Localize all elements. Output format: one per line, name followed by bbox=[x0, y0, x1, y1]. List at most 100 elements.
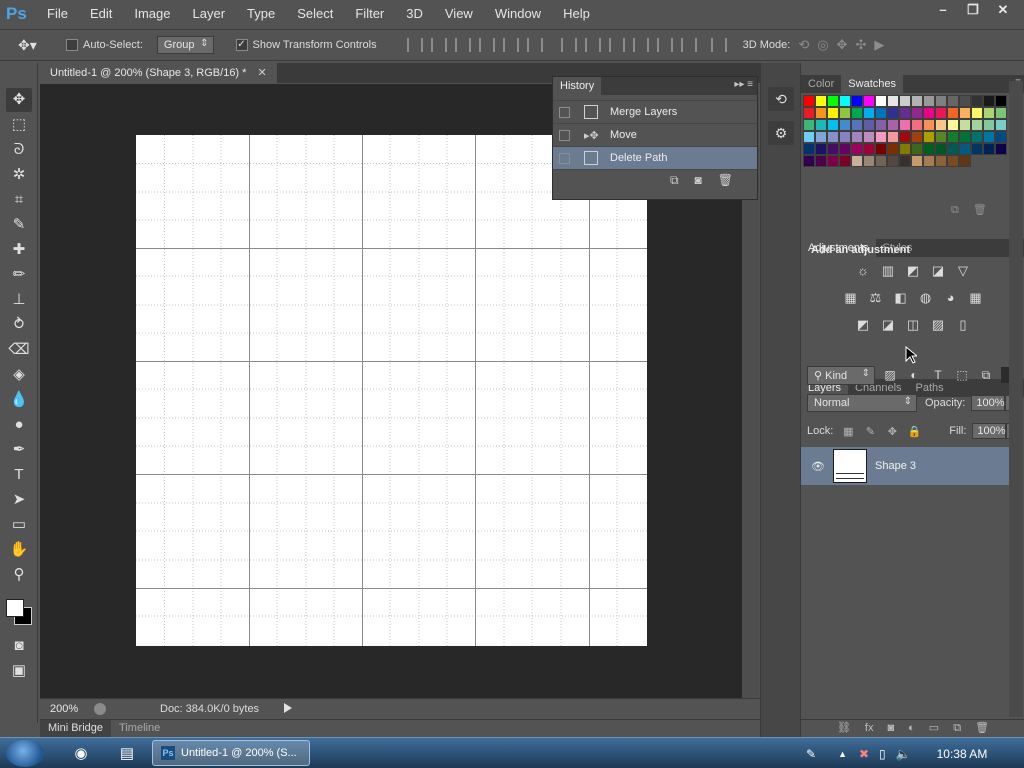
menu-select[interactable]: Select bbox=[286, 0, 344, 28]
history-item[interactable]: Merge Layers bbox=[553, 101, 757, 124]
color-swatch[interactable] bbox=[935, 107, 947, 119]
menu-image[interactable]: Image bbox=[123, 0, 181, 28]
color-swatch[interactable] bbox=[935, 155, 947, 167]
status-info-icon[interactable] bbox=[94, 702, 106, 715]
color-swatch[interactable] bbox=[803, 143, 815, 155]
show-transform-checkbox[interactable]: ✓ bbox=[235, 39, 248, 51]
color-swatch[interactable] bbox=[839, 131, 851, 143]
volume-icon[interactable]: 🔈 bbox=[896, 747, 911, 761]
color-swatch[interactable] bbox=[947, 143, 959, 155]
color-swatch[interactable] bbox=[839, 155, 851, 167]
distribute-left-icon[interactable] bbox=[632, 38, 649, 52]
color-swatch[interactable] bbox=[803, 155, 815, 167]
channel-mixer-icon[interactable]: ◕ bbox=[942, 289, 959, 306]
color-swatch[interactable] bbox=[899, 155, 911, 167]
color-lookup-icon[interactable]: ▦ bbox=[967, 289, 984, 306]
invert-icon[interactable]: ◩ bbox=[855, 316, 872, 333]
color-swatch[interactable] bbox=[983, 95, 995, 107]
smart-object-filter-icon[interactable]: ⧉ bbox=[977, 368, 995, 383]
color-swatch[interactable] bbox=[995, 131, 1007, 143]
color-swatch[interactable] bbox=[971, 131, 983, 143]
eraser-tool-icon[interactable]: ⌫ bbox=[6, 338, 32, 362]
show-hidden-icons-icon[interactable]: ▲ bbox=[838, 749, 847, 759]
healing-brush-tool-icon[interactable]: ✚ bbox=[6, 238, 32, 262]
start-button[interactable] bbox=[6, 740, 44, 767]
blend-mode-dropdown[interactable]: Normal bbox=[807, 394, 917, 412]
new-snapshot-icon[interactable]: ◙ bbox=[695, 173, 702, 187]
color-swatch[interactable] bbox=[815, 143, 827, 155]
color-swatch[interactable] bbox=[863, 119, 875, 131]
power-icon[interactable]: ▯ bbox=[879, 747, 886, 761]
auto-select-option[interactable]: Auto-Select: bbox=[66, 39, 143, 51]
tab-color[interactable]: Color bbox=[801, 75, 841, 93]
brightness-contrast-icon[interactable]: ☼ bbox=[855, 262, 872, 279]
color-swatch[interactable] bbox=[923, 107, 935, 119]
chrome-icon[interactable]: ◉ bbox=[64, 742, 98, 766]
menu-filter[interactable]: Filter bbox=[344, 0, 395, 28]
color-swatch[interactable] bbox=[899, 107, 911, 119]
color-swatch[interactable] bbox=[899, 95, 911, 107]
move-tool-icon[interactable]: ✥ bbox=[6, 88, 32, 112]
swatch-footer-icons[interactable]: ⧉🗑 bbox=[951, 203, 1001, 217]
zoom-level[interactable]: 200% bbox=[40, 703, 88, 715]
properties-panel-icon[interactable]: ⚙ bbox=[768, 121, 794, 145]
history-snapshot-checkbox[interactable] bbox=[559, 152, 570, 164]
color-swatch[interactable] bbox=[971, 107, 983, 119]
color-swatch[interactable] bbox=[851, 119, 863, 131]
menu-type[interactable]: Type bbox=[236, 0, 286, 28]
color-swatch[interactable] bbox=[875, 107, 887, 119]
color-swatch[interactable] bbox=[863, 155, 875, 167]
document-tab[interactable]: Untitled-1 @ 200% (Shape 3, RGB/16) * ✕ bbox=[40, 63, 277, 83]
auto-select-target-dropdown[interactable]: Group bbox=[156, 36, 214, 54]
color-swatch[interactable] bbox=[839, 119, 851, 131]
hand-tool-icon[interactable]: ✋ bbox=[6, 538, 32, 562]
color-swatch[interactable] bbox=[815, 119, 827, 131]
color-swatch[interactable] bbox=[887, 155, 899, 167]
type-tool-icon[interactable]: T bbox=[6, 463, 32, 487]
adjustment-filter-icon[interactable]: ◐ bbox=[905, 368, 923, 382]
pixel-filter-icon[interactable]: ▨ bbox=[881, 368, 899, 382]
color-swatch[interactable] bbox=[923, 95, 935, 107]
pen-tool-icon[interactable]: ✒ bbox=[6, 438, 32, 462]
color-swatch[interactable] bbox=[827, 131, 839, 143]
foreground-color-swatch[interactable] bbox=[6, 599, 24, 617]
photoshop-taskbar-button[interactable]: Ps Untitled-1 @ 200% (S... bbox=[152, 740, 310, 766]
panel-menu-icon[interactable]: ▸▸ ≡ bbox=[734, 79, 753, 90]
color-swatch[interactable] bbox=[887, 131, 899, 143]
color-swatch[interactable] bbox=[827, 95, 839, 107]
close-button[interactable]: ✕ bbox=[988, 0, 1018, 20]
minimize-button[interactable]: – bbox=[928, 0, 958, 20]
clone-stamp-tool-icon[interactable]: ⊥ bbox=[6, 288, 32, 312]
color-swatch[interactable] bbox=[863, 107, 875, 119]
opacity-input[interactable]: 100% bbox=[971, 395, 1006, 411]
tab-timeline[interactable]: Timeline bbox=[111, 720, 168, 737]
color-swatch[interactable] bbox=[983, 131, 995, 143]
black-white-icon[interactable]: ◧ bbox=[892, 289, 909, 306]
color-swatches[interactable] bbox=[0, 593, 37, 633]
color-swatch[interactable] bbox=[827, 107, 839, 119]
color-swatch[interactable] bbox=[911, 95, 923, 107]
color-swatch[interactable] bbox=[971, 95, 983, 107]
new-document-from-state-icon[interactable]: ⧉ bbox=[670, 173, 679, 188]
distribute-right-icon[interactable] bbox=[680, 38, 697, 52]
distribute-hcenter-icon[interactable] bbox=[656, 38, 673, 52]
color-swatch[interactable] bbox=[803, 95, 815, 107]
color-swatch[interactable] bbox=[911, 119, 923, 131]
delete-state-icon[interactable]: 🗑 bbox=[718, 173, 733, 187]
color-swatch[interactable] bbox=[983, 143, 995, 155]
color-swatch[interactable] bbox=[947, 119, 959, 131]
color-swatch[interactable] bbox=[911, 155, 923, 167]
type-filter-icon[interactable]: T bbox=[929, 368, 947, 382]
lock-all-icon[interactable]: 🔒 bbox=[907, 425, 921, 438]
color-swatch[interactable] bbox=[995, 143, 1007, 155]
color-swatch[interactable] bbox=[911, 143, 923, 155]
new-group-icon[interactable]: ▭ bbox=[929, 720, 939, 737]
color-swatch[interactable] bbox=[887, 119, 899, 131]
color-swatch[interactable] bbox=[899, 131, 911, 143]
color-swatch[interactable] bbox=[815, 95, 827, 107]
align-top-icon[interactable] bbox=[406, 38, 423, 52]
menu-help[interactable]: Help bbox=[552, 0, 601, 28]
tab-history[interactable]: History bbox=[553, 77, 602, 95]
fill-input[interactable]: 100% bbox=[972, 423, 1007, 439]
color-swatch[interactable] bbox=[875, 119, 887, 131]
